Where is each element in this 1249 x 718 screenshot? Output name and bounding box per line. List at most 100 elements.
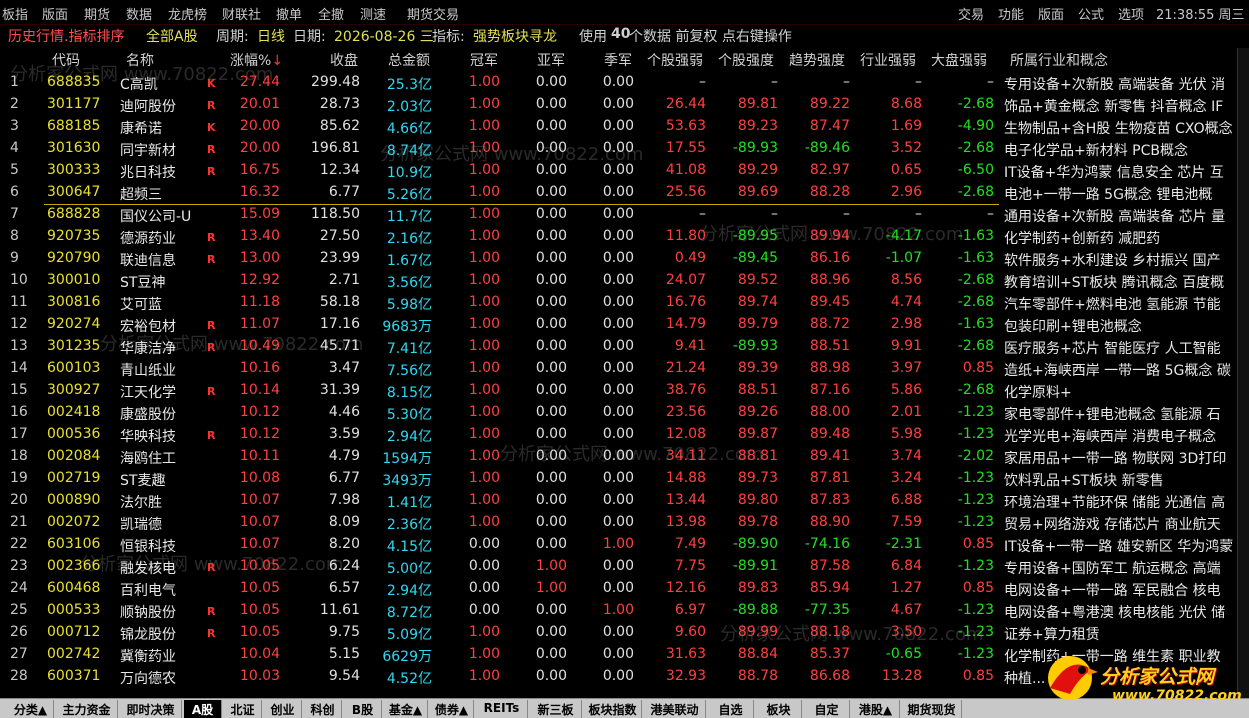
stock-weak-value: 38.76: [665, 382, 706, 398]
period-value[interactable]: 日线: [257, 26, 285, 46]
indicator-value[interactable]: 强势板块寻龙: [473, 26, 557, 46]
tab-6[interactable]: 科创: [304, 700, 342, 718]
market-filter[interactable]: 全部A股: [146, 26, 198, 46]
col-industry-strength[interactable]: 行业强弱: [860, 50, 916, 70]
table-row[interactable]: 6 300647 超频三 16.32 6.77 5.26亿 1.00 0.00 0.00 25.5…: [0, 182, 1249, 204]
market-strength-value: –: [987, 206, 994, 222]
market-strength-value: -2.68: [957, 338, 994, 354]
col-runner-up[interactable]: 亚军: [537, 50, 565, 70]
menu-item-1[interactable]: 版面: [42, 4, 68, 23]
col-stock-strength[interactable]: 个股强度: [718, 50, 774, 70]
date-value[interactable]: 2026-08-26 三: [334, 26, 434, 46]
runner-up-value: 0.00: [535, 404, 567, 420]
col-market-strength[interactable]: 大盘强弱: [931, 50, 987, 70]
date-label: 日期:: [293, 29, 326, 45]
industry-strength-value: 3.74: [890, 448, 922, 464]
col-close[interactable]: 收盘: [330, 50, 358, 70]
col-stock-weak[interactable]: 个股强弱: [647, 50, 703, 70]
table-row[interactable]: 7 688828 国仪公司-U 15.09 118.50 11.7亿 1.00 0.00 0.0…: [0, 204, 1249, 226]
col-industry[interactable]: 所属行业和概念: [1010, 50, 1108, 70]
industry-strength-value: –: [915, 74, 922, 90]
col-trend-strength[interactable]: 趋势强度: [789, 50, 845, 70]
table-row[interactable]: 20 000890 法尔胜 10.07 7.98 1.41亿 1.00 0.00 0.00 13.…: [0, 490, 1249, 512]
table-row[interactable]: 22 603106 恒银科技 10.07 8.20 4.15亿 0.00 0.00 1.00 7.…: [0, 534, 1249, 556]
menu-item-5[interactable]: 财联社: [222, 4, 261, 23]
col-third[interactable]: 季军: [604, 50, 632, 70]
table-row[interactable]: 11 300816 艾可蓝 11.18 58.18 5.98亿 1.00 0.00 0.00 16…: [0, 292, 1249, 314]
total-amount: 8.74亿: [366, 140, 432, 160]
tab-5[interactable]: 创业: [264, 700, 302, 718]
table-row[interactable]: 1 688835 C高凯 K 27.44 299.48 25.3亿 1.00 0.00 0.00 –…: [0, 72, 1249, 94]
vertical-scrollbar[interactable]: [1237, 48, 1249, 698]
menu-right-item-2[interactable]: 版面: [1038, 4, 1064, 23]
menu-item-3[interactable]: 数据: [126, 4, 152, 23]
tab-15[interactable]: 板块: [756, 700, 802, 718]
tab-12[interactable]: 板块指数: [584, 700, 642, 718]
tab-9[interactable]: 债券▲: [430, 700, 474, 718]
industry-strength-value: -2.31: [885, 536, 922, 552]
table-row[interactable]: 17 000536 华映科技 R 10.12 3.59 2.94亿 1.00 0.00 0.00 1…: [0, 424, 1249, 446]
tab-11[interactable]: 新三板: [530, 700, 582, 718]
tab-14[interactable]: 自选: [708, 700, 754, 718]
tab-8[interactable]: 基金▲: [384, 700, 428, 718]
col-amount[interactable]: 总金额: [388, 50, 430, 70]
tab-label: 新三板: [537, 703, 574, 717]
menu-right-item-0[interactable]: 交易: [958, 4, 984, 23]
tab-0[interactable]: 分类▲: [8, 700, 54, 718]
view-title[interactable]: 历史行情.指标排序: [8, 26, 124, 46]
table-row[interactable]: 13 301235 华康洁净 R 10.49 45.71 7.41亿 1.00 0.00 0.00…: [0, 336, 1249, 358]
tab-16[interactable]: 自定: [804, 700, 850, 718]
menu-item-0[interactable]: 板指: [2, 4, 28, 23]
menu-item-6[interactable]: 撤单: [276, 4, 302, 23]
table-row[interactable]: 23 002366 融发核电 R 10.05 6.24 5.00亿 0.00 1.00 0.00 7…: [0, 556, 1249, 578]
table-row[interactable]: 4 301630 同宇新材 R 20.00 196.81 8.74亿 1.00 0.00 0.00…: [0, 138, 1249, 160]
table-row[interactable]: 8 920735 德源药业 R 13.40 27.50 2.16亿 1.00 0.00 0.00 1…: [0, 226, 1249, 248]
champion-value: 1.00: [468, 338, 500, 354]
tab-17[interactable]: 港股▲: [852, 700, 900, 718]
menu-item-4[interactable]: 龙虎榜: [168, 4, 207, 23]
industry-strength-value: 1.69: [890, 118, 922, 134]
table-row[interactable]: 24 600468 百利电气 10.05 6.57 2.94亿 0.00 1.00 0.00 12…: [0, 578, 1249, 600]
stock-name: 兆日科技: [120, 165, 176, 181]
table-row[interactable]: 3 688185 康希诺 K 20.00 85.62 4.66亿 1.00 0.00 0.00 53…: [0, 116, 1249, 138]
table-row[interactable]: 18 002084 海鸥住工 10.11 4.79 1594万 1.00 0.00 0.00 34…: [0, 446, 1249, 468]
tab-2[interactable]: 即时决策: [120, 700, 182, 718]
table-row[interactable]: 10 300010 ST豆神 12.92 2.71 3.56亿 1.00 0.00 0.00 24…: [0, 270, 1249, 292]
table-row[interactable]: 19 002719 ST麦趣 10.08 6.77 3493万 1.00 0.00 0.00 14…: [0, 468, 1249, 490]
table-row[interactable]: 16 002418 康盛股份 10.12 4.46 5.30亿 1.00 0.00 0.00 23…: [0, 402, 1249, 424]
row-number: 18: [10, 448, 28, 464]
tab-7[interactable]: B股: [344, 700, 382, 718]
close-price: 12.34: [319, 162, 360, 178]
tab-3[interactable]: A股: [184, 700, 222, 718]
menu-item-2[interactable]: 期货: [84, 4, 110, 23]
table-row[interactable]: 9 920790 联迪信息 R 13.00 23.99 1.67亿 1.00 0.00 0.00 0…: [0, 248, 1249, 270]
table-row[interactable]: 25 000533 顺钠股份 R 10.05 11.61 8.72亿 0.00 0.00 1.00…: [0, 600, 1249, 622]
tab-10[interactable]: REITs: [476, 700, 528, 718]
menu-right-item-1[interactable]: 功能: [998, 4, 1024, 23]
menu-item-8[interactable]: 测速: [360, 4, 386, 23]
table-row[interactable]: 2 301177 迪阿股份 R 20.01 28.73 2.03亿 1.00 0.00 0.00 2…: [0, 94, 1249, 116]
table-row[interactable]: 26 000712 锦龙股份 R 10.05 9.75 5.09亿 1.00 0.00 0.00 9…: [0, 622, 1249, 644]
col-change[interactable]: 涨幅%↓: [230, 50, 283, 70]
menu-item-9[interactable]: 期货交易: [407, 4, 459, 23]
industry-strength-value: 7.59: [890, 514, 922, 530]
tab-1[interactable]: 主力资金: [56, 700, 118, 718]
stock-strength-value: 88.51: [737, 382, 778, 398]
table-row[interactable]: 15 300927 江天化学 R 10.14 31.39 8.15亿 1.00 0.00 0.00…: [0, 380, 1249, 402]
table-row[interactable]: 12 920274 宏裕包材 R 11.07 17.16 9683万 1.00 0.00 0.00…: [0, 314, 1249, 336]
col-code[interactable]: 代码: [52, 50, 80, 70]
stock-weak-value: 41.08: [665, 162, 706, 178]
table-row[interactable]: 14 600103 青山纸业 10.16 3.47 7.56亿 1.00 0.00 0.00 21…: [0, 358, 1249, 380]
industry-concepts: 电池+一带一路 5G概念 锂电池概: [1004, 187, 1213, 203]
menu-item-7[interactable]: 全撤: [318, 4, 344, 23]
tab-18[interactable]: 期货现货: [902, 700, 962, 718]
table-row[interactable]: 5 300333 兆日科技 R 16.75 12.34 10.9亿 1.00 0.00 0.00 4…: [0, 160, 1249, 182]
menu-right-item-4[interactable]: 选项: [1118, 4, 1144, 23]
third-value: 0.00: [602, 360, 634, 376]
col-name[interactable]: 名称: [126, 50, 154, 70]
col-champion[interactable]: 冠军: [470, 50, 498, 70]
menu-right-item-3[interactable]: 公式: [1078, 4, 1104, 23]
tab-4[interactable]: 北证: [224, 700, 262, 718]
table-row[interactable]: 21 002072 凯瑞德 10.07 8.09 2.36亿 1.00 0.00 0.00 13.…: [0, 512, 1249, 534]
tab-13[interactable]: 港美联动: [644, 700, 706, 718]
